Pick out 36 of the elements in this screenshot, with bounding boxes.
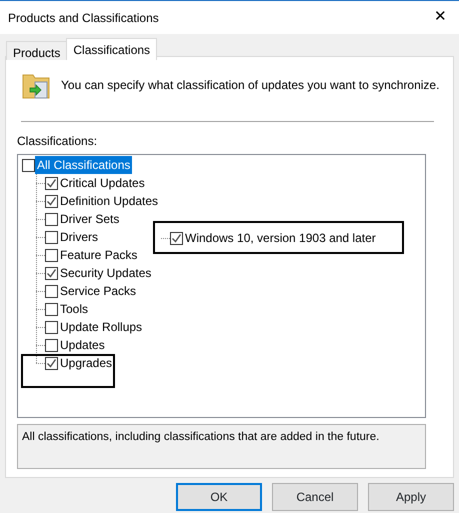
- tree-item[interactable]: Definition Updates: [58, 192, 160, 210]
- close-button[interactable]: ✕: [430, 6, 451, 29]
- tree-item[interactable]: Tools: [58, 300, 90, 318]
- tab[interactable]: Classifications: [66, 38, 158, 60]
- checkbox[interactable]: [45, 230, 58, 244]
- tree-item[interactable]: Service Packs: [58, 282, 138, 300]
- checkbox[interactable]: [45, 284, 58, 298]
- checkbox[interactable]: [45, 176, 58, 190]
- tree-item[interactable]: Security Updates: [58, 264, 154, 282]
- dialog-button[interactable]: Apply: [368, 483, 454, 511]
- checkbox[interactable]: [45, 356, 58, 370]
- checkbox[interactable]: [45, 320, 58, 334]
- tree-label: Classifications:: [17, 133, 98, 150]
- tree-item[interactable]: Drivers: [58, 228, 100, 246]
- tree-item[interactable]: All Classifications: [35, 156, 132, 174]
- checkbox[interactable]: [45, 248, 58, 262]
- dialog-button[interactable]: Cancel: [272, 483, 358, 511]
- intro-text: You can specify what classification of updates you want to synchronize.: [61, 77, 440, 94]
- tree-item[interactable]: Upgrades: [58, 354, 114, 372]
- tab[interactable]: Products: [6, 41, 68, 60]
- tree-item[interactable]: Update Rollups: [58, 318, 144, 336]
- tree-item[interactable]: Feature Packs: [58, 246, 140, 264]
- description-box: All classifications, including classifications that are added in the future.: [17, 424, 426, 469]
- checkbox[interactable]: [45, 212, 58, 226]
- checkbox[interactable]: [45, 194, 58, 208]
- checkbox[interactable]: [45, 338, 58, 352]
- tree-item[interactable]: Updates: [58, 336, 107, 354]
- window-title: Products and Classifications: [8, 10, 159, 26]
- checkbox[interactable]: [45, 266, 58, 280]
- tree-item[interactable]: Critical Updates: [58, 174, 147, 192]
- dialog-button[interactable]: OK: [176, 483, 262, 511]
- checkbox[interactable]: [170, 232, 183, 244]
- tree-item[interactable]: Driver Sets: [58, 210, 122, 228]
- tree-item[interactable]: Windows 10, version 1903 and later: [183, 229, 378, 247]
- checkbox[interactable]: [45, 302, 58, 316]
- checkbox[interactable]: [22, 158, 35, 172]
